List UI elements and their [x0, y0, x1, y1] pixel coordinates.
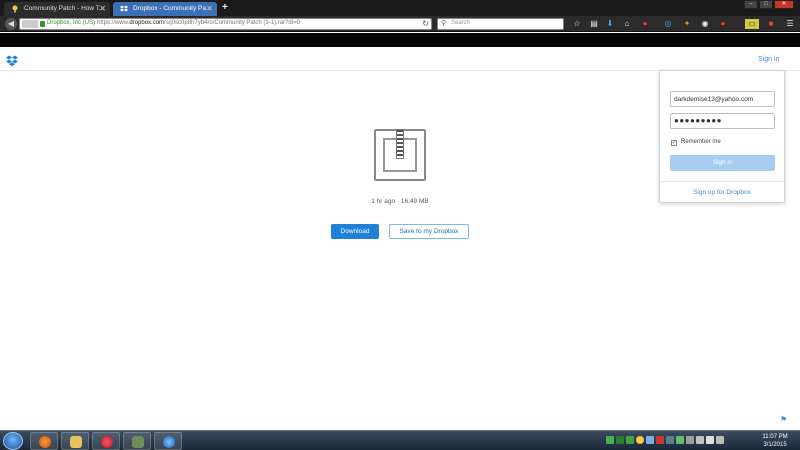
- zipper-icon: [396, 129, 404, 159]
- tray-yellow-icon[interactable]: [636, 436, 644, 444]
- url-path: /s/j0sc0p8h7yb4ro/Community Patch (3-1).…: [164, 20, 300, 26]
- sign-in-popup: darkdemise13@yahoo.com ●●●●●●●●● ✓ Remem…: [659, 70, 785, 203]
- url-bar[interactable]: Dropbox, Inc (US) https://www.dropbox.co…: [19, 18, 432, 30]
- tray-red-icon[interactable]: [656, 436, 664, 444]
- taskbar-ie[interactable]: [154, 432, 182, 450]
- reload-icon[interactable]: ↻: [422, 19, 429, 28]
- clock-date: 3/1/2015: [763, 442, 787, 448]
- downloads-icon[interactable]: ⬇: [605, 19, 615, 29]
- app-window-icon: [132, 436, 144, 448]
- menu-icon[interactable]: ☰: [785, 19, 795, 29]
- popup-divider: [660, 181, 784, 182]
- zip-file-icon: [374, 129, 426, 181]
- url-text[interactable]: https://www.dropbox.com/s/j0sc0p8h7yb4ro…: [97, 20, 300, 26]
- tab-community-patch[interactable]: Community Patch - How T... ✕: [4, 2, 110, 16]
- tray-app-icon[interactable]: [616, 436, 624, 444]
- tray-monitor-icon[interactable]: [716, 436, 724, 444]
- addon-shield-icon[interactable]: ■: [766, 19, 776, 29]
- addon-icon[interactable]: ◉: [700, 19, 710, 29]
- toolbar-band: [0, 33, 800, 47]
- screen: Community Patch - How T... ✕ Dropbox - C…: [0, 0, 800, 450]
- taskbar-clock[interactable]: 11:07 PM 3/1/2015: [756, 433, 794, 449]
- folder-icon: [70, 436, 82, 448]
- home-icon[interactable]: ⌂: [622, 19, 632, 29]
- system-tray: [606, 436, 724, 446]
- dropbox-favicon-icon: [120, 5, 128, 13]
- remember-me-checkbox[interactable]: ✓: [671, 140, 677, 146]
- close-window-icon[interactable]: ✕: [774, 0, 794, 9]
- minimize-icon[interactable]: –: [744, 0, 758, 9]
- start-button[interactable]: [3, 432, 23, 450]
- save-to-dropbox-button[interactable]: Save to my Dropbox: [389, 224, 469, 239]
- site-identity[interactable]: Dropbox, Inc (US): [47, 20, 95, 26]
- tray-nvidia-icon[interactable]: [626, 436, 634, 444]
- report-flag-icon[interactable]: ⚑: [780, 415, 787, 424]
- url-prefix: https://www.: [97, 20, 130, 26]
- tray-steam-icon[interactable]: [666, 436, 674, 444]
- search-input[interactable]: ⚲ Search: [437, 18, 564, 30]
- remember-me-label: Remember me: [681, 139, 721, 145]
- tray-flag-icon[interactable]: [646, 436, 654, 444]
- bulb-favicon-icon: [11, 5, 19, 13]
- new-tab-button[interactable]: +: [222, 2, 228, 13]
- firefox-icon: [39, 436, 51, 448]
- extension-icon[interactable]: ✦: [682, 19, 692, 29]
- lock-icon: [40, 21, 45, 27]
- page-info-icon[interactable]: [22, 20, 38, 28]
- volume-icon[interactable]: [706, 436, 714, 444]
- tab-strip: Community Patch - How T... ✕ Dropbox - C…: [0, 0, 800, 16]
- taskbar-firefox[interactable]: [30, 432, 58, 450]
- taskbar: 11:07 PM 3/1/2015: [0, 430, 800, 450]
- sign-up-link[interactable]: Sign up for Dropbox: [660, 189, 784, 196]
- page-content: Sign in 1 hr ago · 16.49 MB Download Sav…: [0, 47, 800, 430]
- close-tab-icon[interactable]: ✕: [206, 4, 213, 13]
- tray-bluetooth-icon[interactable]: [696, 436, 704, 444]
- tab-dropbox[interactable]: Dropbox - Community Pa... ✕: [113, 2, 217, 16]
- header-sign-in-link[interactable]: Sign in: [758, 56, 779, 63]
- adblock-icon[interactable]: ●: [640, 19, 650, 29]
- bookmark-star-icon[interactable]: ☆: [572, 19, 582, 29]
- itunes-icon: [101, 436, 113, 448]
- close-tab-icon[interactable]: ✕: [99, 4, 106, 13]
- tab-title: Dropbox - Community Pa...: [133, 5, 212, 12]
- sign-in-button[interactable]: Sign in: [670, 155, 775, 171]
- bookmarks-menu-icon[interactable]: ▤: [589, 19, 599, 29]
- file-metadata: 1 hr ago · 16.49 MB: [371, 198, 429, 205]
- url-domain: dropbox.com: [129, 20, 165, 26]
- download-button[interactable]: Download: [331, 224, 379, 239]
- tray-battery-icon[interactable]: [676, 436, 684, 444]
- dropbox-logo-icon[interactable]: [6, 54, 18, 67]
- tray-green-icon[interactable]: [606, 436, 614, 444]
- addon-red-icon[interactable]: ●: [718, 19, 728, 29]
- search-placeholder: Search: [451, 20, 471, 26]
- clock-time: 11:07 PM: [762, 434, 788, 440]
- internet-explorer-icon: [163, 436, 175, 448]
- password-field[interactable]: ●●●●●●●●●: [670, 113, 775, 129]
- notes-icon[interactable]: ▭: [745, 19, 759, 29]
- nav-bar: ◀ Dropbox, Inc (US) https://www.dropbox.…: [0, 16, 800, 32]
- sync-icon[interactable]: ◎: [663, 19, 673, 29]
- window-controls: – □ ✕: [744, 0, 794, 10]
- search-icon: ⚲: [441, 20, 447, 27]
- tab-title: Community Patch - How T...: [24, 5, 105, 12]
- maximize-icon[interactable]: □: [759, 0, 773, 9]
- email-field[interactable]: darkdemise13@yahoo.com: [670, 91, 775, 107]
- back-arrow-icon[interactable]: ◀: [5, 18, 17, 30]
- tray-network-icon[interactable]: [686, 436, 694, 444]
- taskbar-explorer[interactable]: [61, 432, 89, 450]
- taskbar-app[interactable]: [123, 432, 151, 450]
- taskbar-itunes[interactable]: [92, 432, 120, 450]
